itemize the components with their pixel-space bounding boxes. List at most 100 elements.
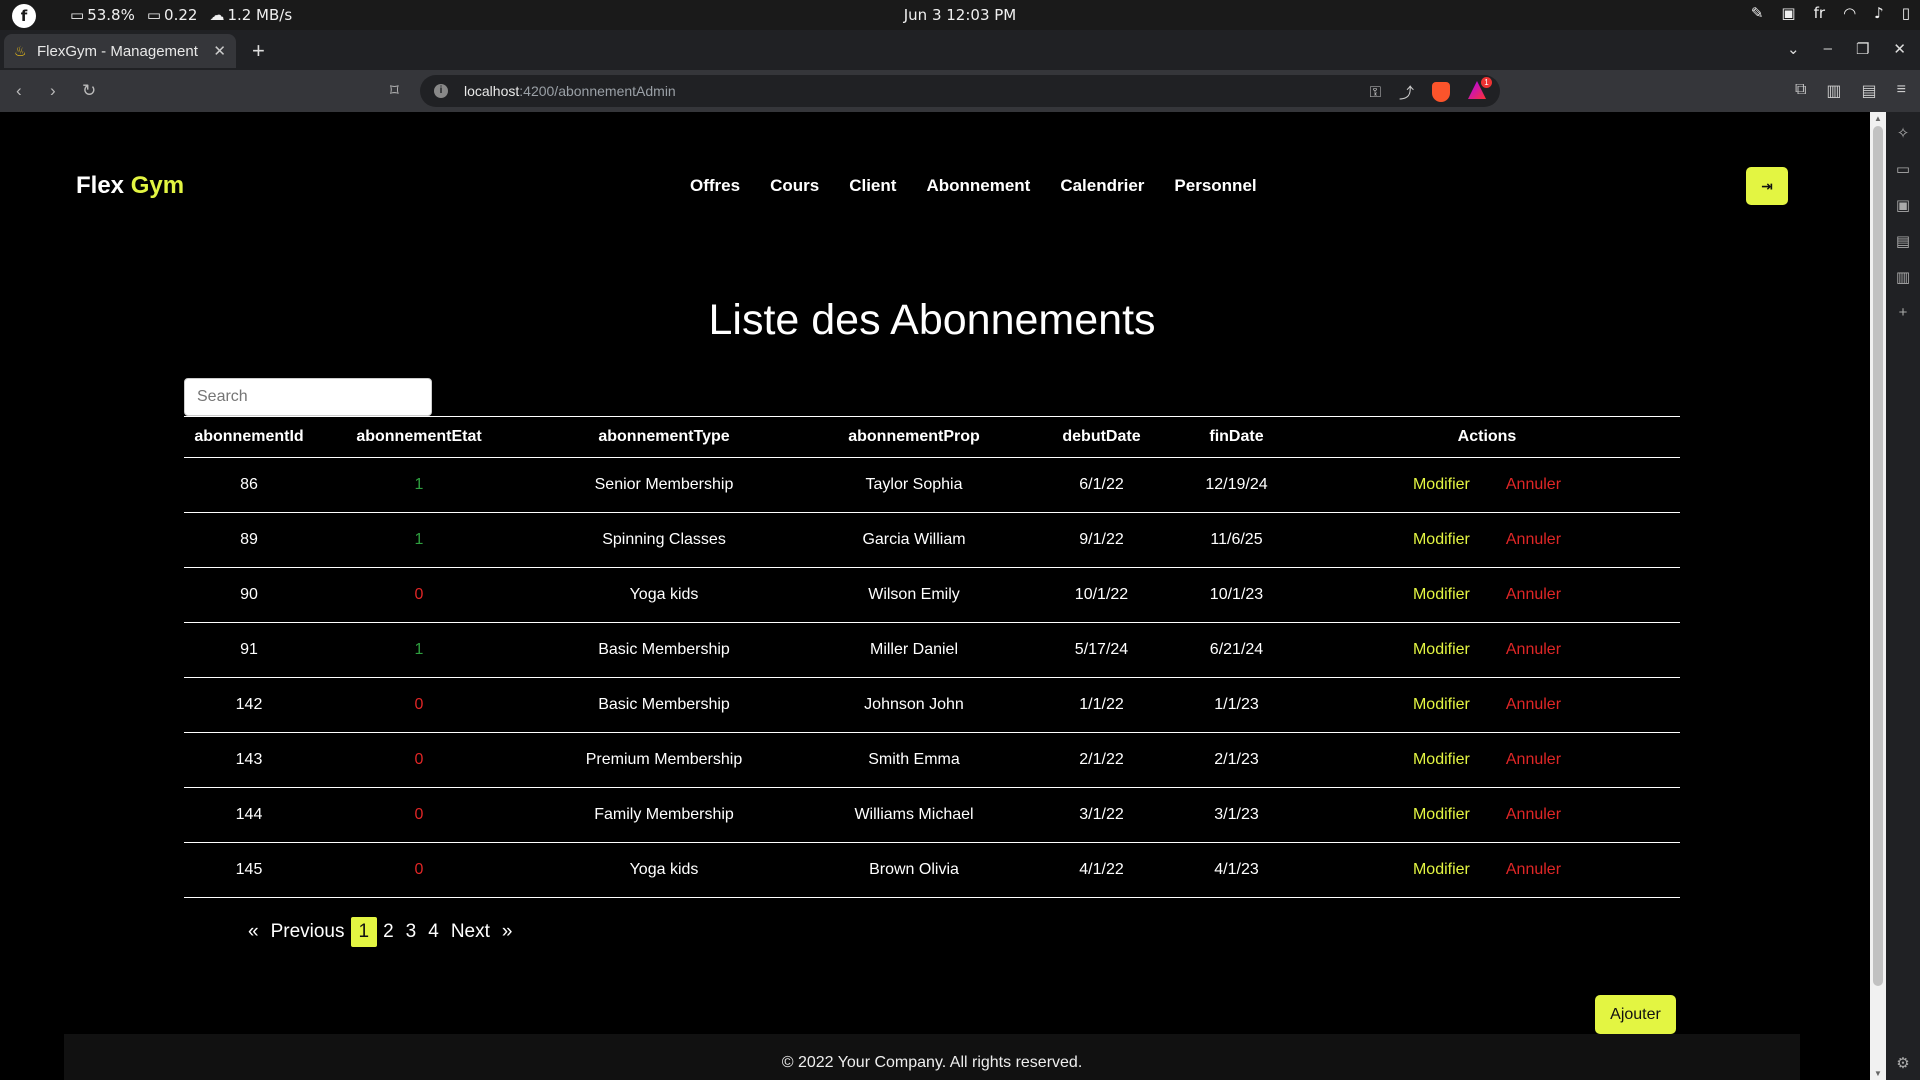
cancel-button[interactable]: Annuler: [1506, 861, 1561, 879]
monitor-icon: ▭: [146, 6, 162, 24]
wifi-icon[interactable]: ◠: [1843, 4, 1856, 22]
header-abonnementEtat[interactable]: abonnementEtat: [314, 416, 524, 458]
modify-button[interactable]: Modifier: [1413, 861, 1470, 879]
header-abonnementProp[interactable]: abonnementProp: [804, 416, 1024, 458]
cancel-button[interactable]: Annuler: [1506, 586, 1561, 604]
reload-icon[interactable]: ↻: [82, 81, 96, 101]
bookmark-icon[interactable]: ⌑: [390, 81, 399, 101]
modify-button[interactable]: Modifier: [1413, 586, 1470, 604]
cell-etat: 0: [314, 732, 524, 788]
cancel-button[interactable]: Annuler: [1506, 751, 1561, 769]
brave-shields-icon[interactable]: [1432, 82, 1450, 102]
extensions-icon[interactable]: ⧉: [1795, 81, 1806, 101]
cell-actions: Modifier Annuler: [1294, 512, 1680, 568]
cancel-button[interactable]: Annuler: [1506, 806, 1561, 824]
modify-button[interactable]: Modifier: [1413, 751, 1470, 769]
cell-id: 91: [184, 622, 314, 678]
page-1-button[interactable]: 1: [350, 917, 378, 947]
modify-button[interactable]: Modifier: [1413, 476, 1470, 494]
media-icon[interactable]: ▭: [1896, 160, 1910, 178]
logout-button[interactable]: ⇥: [1746, 167, 1788, 205]
page-3-button[interactable]: 3: [400, 921, 423, 943]
url-host: localhost: [464, 83, 520, 99]
cancel-button[interactable]: Annuler: [1506, 531, 1561, 549]
cancel-button[interactable]: Annuler: [1506, 641, 1561, 659]
bookmarks-side-icon[interactable]: ▥: [1896, 268, 1910, 286]
header-finDate[interactable]: finDate: [1179, 416, 1294, 458]
sidebar-toggle-icon[interactable]: ▥: [1826, 81, 1841, 101]
page-2-button[interactable]: 2: [377, 921, 400, 943]
cell-debut: 6/1/22: [1024, 457, 1179, 513]
cell-etat: 0: [314, 787, 524, 843]
share-icon[interactable]: ⤴: [1399, 82, 1414, 103]
site-info-icon[interactable]: i: [434, 84, 448, 98]
cancel-button[interactable]: Annuler: [1506, 696, 1561, 714]
wallet-icon[interactable]: ▤: [1862, 81, 1877, 101]
header-abonnementType[interactable]: abonnementType: [524, 416, 804, 458]
battery-status-icon[interactable]: ▯: [1902, 4, 1910, 22]
brand-logo[interactable]: Flex Gym: [76, 172, 184, 200]
cloud-icon: ☁: [209, 6, 225, 24]
header-debutDate[interactable]: debutDate: [1024, 416, 1179, 458]
cell-etat: 1: [314, 622, 524, 678]
add-button[interactable]: Ajouter: [1595, 995, 1676, 1034]
fedora-logo-icon[interactable]: f: [12, 4, 36, 28]
back-icon[interactable]: ‹: [16, 81, 22, 101]
cell-id: 144: [184, 787, 314, 843]
key-icon[interactable]: ⚿: [1370, 84, 1381, 101]
nav-item-cours[interactable]: Cours: [770, 176, 819, 196]
clipboard-icon[interactable]: ▣: [1781, 4, 1795, 22]
modify-button[interactable]: Modifier: [1413, 806, 1470, 824]
address-bar[interactable]: i localhost:4200/abonnementAdmin ⚿ ⤴ 1: [420, 75, 1500, 107]
leo-ai-icon[interactable]: ✧: [1897, 124, 1910, 142]
table-row: 91 1 Basic Membership Miller Daniel 5/17/24 6…: [184, 622, 1680, 678]
nav-item-personnel[interactable]: Personnel: [1174, 176, 1256, 196]
cell-type: Premium Membership: [524, 732, 804, 788]
nav-item-calendrier[interactable]: Calendrier: [1060, 176, 1144, 196]
modify-button[interactable]: Modifier: [1413, 696, 1470, 714]
close-tab-icon[interactable]: ✕: [213, 42, 226, 60]
close-window-icon[interactable]: ✕: [1893, 40, 1906, 58]
wallet-side-icon[interactable]: ▣: [1896, 196, 1910, 214]
previous-page-button[interactable]: Previous: [265, 921, 351, 943]
flame-favicon-icon: ♨: [14, 43, 27, 59]
cell-type: Yoga kids: [524, 567, 804, 623]
next-page-button[interactable]: Next: [445, 921, 496, 943]
scroll-up-icon[interactable]: ▲: [1870, 114, 1886, 123]
tab-search-icon[interactable]: ⌄: [1787, 40, 1800, 58]
settings-gear-icon[interactable]: ⚙: [1896, 1054, 1909, 1072]
page-scrollbar[interactable]: ▲ ▼: [1870, 112, 1886, 1080]
cell-debut: 5/17/24: [1024, 622, 1179, 678]
rewards-icon[interactable]: 1: [1468, 77, 1492, 103]
forward-icon[interactable]: ›: [50, 81, 56, 101]
nav-item-client[interactable]: Client: [849, 176, 896, 196]
search-input[interactable]: [184, 378, 432, 416]
menu-icon[interactable]: ≡: [1897, 81, 1906, 101]
restore-icon[interactable]: ❐: [1856, 40, 1869, 58]
main-nav: Offres Cours Client Abonnement Calendrie…: [690, 176, 1257, 196]
last-page-button[interactable]: »: [496, 921, 519, 943]
first-page-button[interactable]: «: [242, 921, 265, 943]
scroll-down-icon[interactable]: ▼: [1870, 1069, 1886, 1078]
color-picker-icon[interactable]: ✎: [1751, 4, 1764, 22]
cell-prop: Brown Olivia: [804, 842, 1024, 898]
minimize-icon[interactable]: –: [1824, 40, 1832, 58]
modify-button[interactable]: Modifier: [1413, 641, 1470, 659]
reading-list-icon[interactable]: ▤: [1896, 232, 1910, 250]
scroll-thumb[interactable]: [1873, 126, 1883, 986]
cell-actions: Modifier Annuler: [1294, 622, 1680, 678]
new-tab-button[interactable]: +: [252, 40, 265, 62]
nav-item-abonnement[interactable]: Abonnement: [926, 176, 1030, 196]
header-abonnementId[interactable]: abonnementId: [184, 416, 314, 458]
cancel-button[interactable]: Annuler: [1506, 476, 1561, 494]
cell-prop: Smith Emma: [804, 732, 1024, 788]
add-side-icon[interactable]: +: [1899, 304, 1908, 321]
browser-tab-active[interactable]: ♨ FlexGym - Management ✕: [4, 34, 236, 68]
volume-icon[interactable]: ♪: [1874, 4, 1884, 22]
nav-item-offres[interactable]: Offres: [690, 176, 740, 196]
table-row: 142 0 Basic Membership Johnson John 1/1/22 1/…: [184, 677, 1680, 733]
browser-side-rail: ✧ ▭ ▣ ▤ ▥ + ⚙: [1886, 112, 1920, 1080]
modify-button[interactable]: Modifier: [1413, 531, 1470, 549]
page-4-button[interactable]: 4: [422, 921, 445, 943]
language-indicator[interactable]: fr: [1814, 4, 1825, 22]
